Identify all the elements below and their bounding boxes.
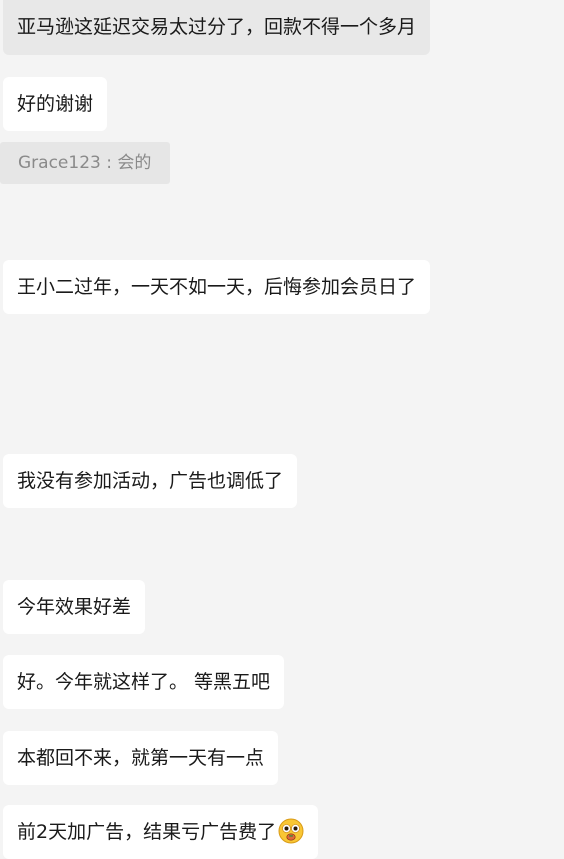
message-text: 本都回不来，就第一天有一点 [17,747,265,769]
message-bubble[interactable]: 前2天加广告，结果亏广告费了 [3,805,319,859]
message-bubble[interactable]: 今年效果好差 [3,580,146,634]
message-text: 前2天加广告，结果亏广告费了 [17,821,277,843]
quoted-reference[interactable]: Grace123 : 会的 [0,142,171,184]
message-bubble[interactable]: 我没有参加活动，广告也调低了 [3,454,298,508]
message-text: 今年效果好差 [17,596,132,618]
message-bubble[interactable]: 王小二过年，一天不如一天，后悔参加会员日了 [3,260,431,314]
quote-author: Grace123 [18,153,101,173]
message-bubble[interactable]: 好。今年就这样了。 等黑五吧 [3,655,285,709]
message-text: 亚马逊这延迟交易太过分了，回款不得一个多月 [17,16,417,38]
quote-text: 会的 [117,153,152,173]
message-bubble[interactable]: 本都回不来，就第一天有一点 [3,731,279,785]
message-bubble[interactable]: 好的谢谢 [3,77,108,131]
message-text: 我没有参加活动，广告也调低了 [17,470,284,492]
money-mouth-face-icon [278,818,304,844]
message-text: 好。今年就这样了。 等黑五吧 [17,671,271,693]
message-text: 好的谢谢 [17,93,94,115]
message-bubble[interactable]: 亚马逊这延迟交易太过分了，回款不得一个多月 [3,0,431,55]
quote-separator: : [100,153,118,173]
message-text: 王小二过年，一天不如一天，后悔参加会员日了 [17,276,417,298]
